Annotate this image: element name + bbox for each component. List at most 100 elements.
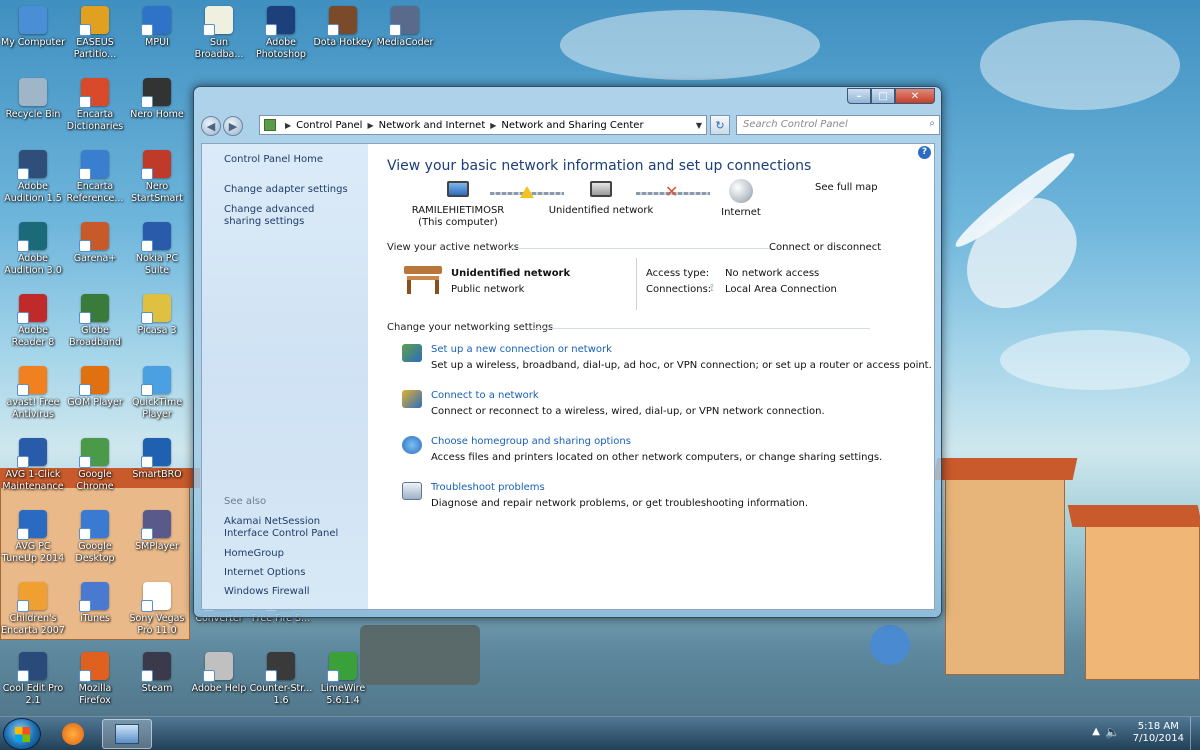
divider: [636, 258, 637, 310]
desktop-icon[interactable]: avast! Free Antivirus: [0, 364, 66, 421]
desktop-icon[interactable]: Dota Hotkey: [310, 4, 376, 49]
desktop-icon[interactable]: Adobe Reader 8: [0, 292, 66, 349]
address-bar[interactable]: ▶ Control Panel ▶ Network and Internet ▶…: [259, 115, 707, 135]
desktop-icon[interactable]: Adobe Audition 3.0: [0, 220, 66, 277]
akamai-netsession-link[interactable]: Akamai NetSession Interface Control Pane…: [224, 516, 359, 540]
desktop-icon[interactable]: GOM Player: [62, 364, 128, 409]
desktop-shortcut-icon: [17, 510, 47, 540]
desktop-icon[interactable]: Children's Encarta 2007: [0, 580, 66, 637]
desktop-icon-label: Globe Broadband: [69, 325, 121, 348]
homegroup-link[interactable]: HomeGroup: [224, 548, 364, 560]
desktop-shortcut-icon: [327, 652, 357, 682]
desktop-shortcut-icon: [79, 582, 109, 612]
desktop-shortcut-icon: [203, 6, 233, 36]
desktop-icon[interactable]: Nokia PC Suite: [124, 220, 190, 277]
desktop-icon[interactable]: Mozilla Firefox: [62, 650, 128, 707]
change-adapter-settings-link[interactable]: Change adapter settings: [224, 184, 364, 196]
search-icon[interactable]: ⌕: [929, 118, 935, 129]
change-advanced-sharing-link[interactable]: Change advanced sharing settings: [224, 204, 354, 228]
desktop-icon[interactable]: Globe Broadband: [62, 292, 128, 349]
network-category-link[interactable]: Public network: [451, 284, 524, 296]
desktop-icon[interactable]: SmartBRO: [124, 436, 190, 481]
network-node-label: Unidentified network: [548, 205, 654, 216]
desktop-icon[interactable]: AVG 1-Click Maintenance: [0, 436, 66, 493]
desktop-icon[interactable]: Encarta Dictionaries: [62, 76, 128, 133]
desktop-icon[interactable]: Nero StartSmart: [124, 148, 190, 205]
forward-button[interactable]: ▶: [223, 116, 243, 136]
desktop-icon[interactable]: Encarta Reference...: [62, 148, 128, 205]
desktop-icon-label: Google Desktop: [75, 541, 115, 564]
desktop-icon[interactable]: Adobe Photoshop: [248, 4, 314, 61]
desktop-icon[interactable]: Adobe Help: [186, 650, 252, 695]
desktop-icon[interactable]: AVG PC TuneUp 2014: [0, 508, 66, 565]
desktop-icon[interactable]: Nero Home: [124, 76, 190, 121]
volume-icon[interactable]: 🔈: [1105, 725, 1120, 739]
breadcrumb-network-internet[interactable]: Network and Internet: [379, 120, 486, 131]
desktop-icon[interactable]: EASEUS Partitio...: [62, 4, 128, 61]
desktop-icon-label: avast! Free Antivirus: [6, 397, 60, 420]
control-panel-home-link[interactable]: Control Panel Home: [224, 154, 364, 166]
desktop-icon[interactable]: Adobe Audition 1.5: [0, 148, 66, 205]
address-dropdown-icon[interactable]: ▼: [696, 121, 702, 130]
search-input[interactable]: Search Control Panel ⌕: [736, 115, 940, 135]
desktop-icon[interactable]: iTunes: [62, 580, 128, 625]
troubleshoot-icon: [402, 482, 422, 500]
breadcrumb-control-panel[interactable]: Control Panel: [296, 120, 362, 131]
desktop-icon-label: Adobe Audition 3.0: [4, 253, 62, 276]
desktop-shortcut-icon: [17, 438, 47, 468]
desktop-shortcut-icon: [141, 78, 171, 108]
windows-firewall-link[interactable]: Windows Firewall: [224, 586, 364, 598]
desktop-shortcut-icon: [17, 150, 47, 180]
desktop-icon[interactable]: LimeWire 5.6.1.4: [310, 650, 376, 707]
task-title[interactable]: Connect to a network: [431, 390, 539, 401]
task-title[interactable]: Troubleshoot problems: [431, 482, 545, 493]
show-hidden-icons-icon[interactable]: ▲: [1092, 726, 1100, 737]
desktop-icon[interactable]: Google Chrome: [62, 436, 128, 493]
control-panel-taskbar-button[interactable]: [102, 719, 152, 749]
minimize-button[interactable]: –: [847, 88, 871, 104]
refresh-button[interactable]: ↻: [710, 115, 730, 135]
desktop-icon[interactable]: Google Desktop: [62, 508, 128, 565]
desktop-icon[interactable]: Counter-Str... 1.6: [248, 650, 314, 707]
desktop-shortcut-icon: [79, 652, 109, 682]
desktop-icon[interactable]: Recycle Bin: [0, 76, 66, 121]
network-adapter-icon: ⟟: [710, 283, 714, 294]
breadcrumb-network-sharing-center[interactable]: Network and Sharing Center: [501, 120, 643, 131]
start-button[interactable]: [3, 718, 41, 750]
desktop-icon-label: Adobe Reader 8: [11, 325, 55, 348]
task-title[interactable]: Set up a new connection or network: [431, 344, 612, 355]
desktop-shortcut-icon: [141, 6, 171, 36]
connect-disconnect-link[interactable]: Connect or disconnect: [769, 242, 881, 254]
desktop-icon-label: Sony Vegas Pro 11.0: [129, 613, 185, 636]
desktop-icon[interactable]: Sony Vegas Pro 11.0: [124, 580, 190, 637]
desktop-icon[interactable]: MediaCoder: [372, 4, 438, 49]
desktop-icon[interactable]: Garena+: [62, 220, 128, 265]
show-desktop-button[interactable]: [1190, 717, 1200, 750]
local-area-connection-link[interactable]: Local Area Connection: [725, 284, 837, 296]
desktop-icon[interactable]: QuickTime Player: [124, 364, 190, 421]
desktop-icon-label: QuickTime Player: [131, 397, 183, 420]
back-button[interactable]: ◀: [201, 116, 221, 136]
desktop-shortcut-icon: [19, 78, 47, 106]
desktop-icon[interactable]: Sun Broadba...: [186, 4, 252, 61]
desktop-icon-label: Encarta Dictionaries: [66, 109, 124, 132]
desktop-icon[interactable]: MPUI: [124, 4, 190, 49]
desktop-icon-label: Nokia PC Suite: [135, 253, 179, 276]
desktop-icon-label: Adobe Audition 1.5: [4, 181, 62, 204]
desktop-shortcut-icon: [203, 652, 233, 682]
close-button[interactable]: ✕: [895, 88, 935, 104]
desktop-icon-label: MediaCoder: [376, 37, 434, 48]
internet-options-link[interactable]: Internet Options: [224, 567, 364, 579]
desktop-icon[interactable]: SMPlayer: [124, 508, 190, 553]
desktop-icon-label: Adobe Help: [191, 683, 247, 694]
maximize-button[interactable]: □: [871, 88, 895, 104]
desktop-icon[interactable]: Cool Edit Pro 2.1: [0, 650, 66, 707]
this-computer-node: RAMILEHIETIMOSR (This computer): [408, 181, 508, 229]
desktop-icon[interactable]: Picasa 3: [124, 292, 190, 337]
clock[interactable]: 5:18 AM 7/10/2014: [1133, 721, 1184, 745]
desktop-icon[interactable]: My Computer: [0, 4, 66, 49]
desktop-icon[interactable]: Steam: [124, 650, 190, 695]
caption-buttons: – □ ✕: [847, 88, 935, 104]
media-player-taskbar-button[interactable]: [48, 719, 98, 749]
task-title[interactable]: Choose homegroup and sharing options: [431, 436, 631, 447]
